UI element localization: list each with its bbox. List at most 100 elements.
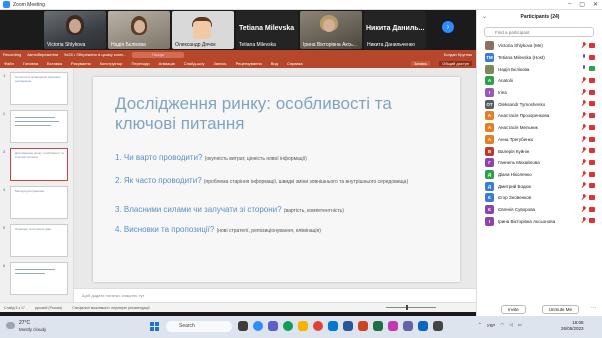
invite-button[interactable]: Invite bbox=[500, 304, 526, 314]
participant-row[interactable]: TM Tetiana Milevska (Host) bbox=[477, 52, 602, 64]
autosave-toggle[interactable]: Автозбереження bbox=[27, 52, 58, 57]
camera-off-icon[interactable] bbox=[589, 124, 595, 130]
video-tile[interactable]: Олександр Дячок bbox=[172, 11, 234, 49]
participant-search-input[interactable] bbox=[484, 27, 594, 37]
microphone-icon[interactable] bbox=[582, 65, 586, 71]
participant-row[interactable]: Є Євгенія Суворова bbox=[477, 204, 602, 216]
microphone-muted-icon[interactable] bbox=[582, 170, 586, 177]
close-icon[interactable]: ✕ bbox=[593, 1, 598, 8]
accessibility-status[interactable]: Спеціальні можливості: перевірте рекомен… bbox=[72, 306, 149, 310]
microphone-muted-icon[interactable] bbox=[582, 42, 586, 48]
ppt-search-box[interactable]: Пошук bbox=[132, 51, 185, 58]
zoom-app-icon[interactable] bbox=[253, 321, 263, 331]
tab-file[interactable]: Файл bbox=[4, 61, 14, 66]
tab-home[interactable]: Головна bbox=[23, 61, 38, 66]
video-tile[interactable]: Victoria Shlykova bbox=[44, 11, 106, 49]
weather-temperature[interactable]: 27°C bbox=[19, 320, 30, 326]
microphone-muted-icon[interactable] bbox=[582, 77, 586, 83]
battery-icon[interactable]: ▭ bbox=[518, 322, 522, 328]
microphone-muted-icon[interactable] bbox=[582, 135, 586, 142]
record-button[interactable]: Запись bbox=[411, 61, 431, 66]
camera-off-icon[interactable] bbox=[589, 218, 595, 224]
participant-row[interactable]: Є Єгор Зновенков bbox=[477, 192, 602, 204]
slide-thumbnail[interactable]: 4 Методи дослідження bbox=[3, 186, 68, 219]
app-icon[interactable] bbox=[418, 321, 428, 331]
clock[interactable]: 16:08 26/05/2023 bbox=[561, 320, 584, 332]
camera-off-icon[interactable] bbox=[589, 206, 595, 212]
microphone-muted-icon[interactable] bbox=[582, 112, 586, 118]
microphone-icon[interactable] bbox=[582, 53, 586, 60]
language-status[interactable]: русский (Россия) bbox=[35, 306, 62, 310]
participant-row[interactable]: А Анастасія Мельник bbox=[477, 122, 602, 134]
slide-thumbnail[interactable]: 5 Первинні та вторинні дані bbox=[3, 224, 68, 257]
file-explorer-icon[interactable] bbox=[298, 321, 308, 331]
keyboard-language[interactable]: УКР bbox=[487, 323, 495, 328]
taskbar-search[interactable]: Search bbox=[166, 321, 232, 332]
app-icon[interactable] bbox=[433, 321, 443, 331]
participant-row[interactable]: А Анна Трегубенко bbox=[477, 134, 602, 146]
volume-icon[interactable]: ◁ bbox=[509, 322, 512, 328]
microphone-muted-icon[interactable] bbox=[582, 147, 586, 153]
video-tile[interactable]: Надія Бєлікова bbox=[108, 11, 170, 49]
camera-off-icon[interactable] bbox=[589, 159, 595, 165]
camera-off-icon[interactable] bbox=[589, 113, 595, 119]
participant-row[interactable]: Надія Бєлікова bbox=[477, 63, 602, 75]
teams-app-icon[interactable] bbox=[268, 321, 278, 331]
participant-row[interactable]: В Валерія Куйнін bbox=[477, 145, 602, 157]
tab-insert[interactable]: Вставка bbox=[47, 61, 62, 66]
minimize-icon[interactable]: – bbox=[568, 1, 571, 8]
microphone-muted-icon[interactable] bbox=[582, 158, 586, 165]
current-slide[interactable]: Дослідження ринку: особливості та ключов… bbox=[93, 77, 460, 282]
wifi-icon[interactable]: ◠ bbox=[500, 322, 504, 328]
camera-off-icon[interactable] bbox=[589, 171, 595, 177]
powerpoint-app-icon[interactable] bbox=[358, 321, 368, 331]
zoom-slider[interactable] bbox=[386, 305, 436, 310]
more-options-icon[interactable]: ··· bbox=[591, 305, 596, 311]
participant-row[interactable]: Г Ганнель Михайлова bbox=[477, 157, 602, 169]
camera-off-icon[interactable] bbox=[589, 78, 595, 84]
chevron-up-icon[interactable]: ⌃ bbox=[478, 322, 482, 328]
participant-row[interactable]: OT Oleksandr Tymoshenko bbox=[477, 98, 602, 110]
tab-review[interactable]: Рецензування bbox=[236, 61, 262, 66]
camera-off-icon[interactable] bbox=[589, 148, 595, 154]
camera-icon[interactable] bbox=[589, 66, 595, 72]
store-app-icon[interactable] bbox=[328, 321, 338, 331]
video-tile[interactable]: Ірина Вікторівна Аксь... bbox=[300, 11, 362, 49]
camera-off-icon[interactable] bbox=[589, 89, 595, 95]
camera-off-icon[interactable] bbox=[589, 136, 595, 142]
weather-description[interactable]: Mostly cloudy bbox=[19, 327, 46, 332]
tab-transitions[interactable]: Переходи bbox=[132, 61, 150, 66]
participant-row[interactable]: I Irina bbox=[477, 87, 602, 99]
tab-record[interactable]: Запись bbox=[214, 61, 227, 66]
participant-row[interactable]: Д Дмитрий Бодюк bbox=[477, 180, 602, 192]
unmute-me-button[interactable]: Unmute Me bbox=[541, 304, 580, 314]
video-tile[interactable]: Tetiana Milevska Tetiana Milevska bbox=[236, 11, 298, 49]
maximize-icon[interactable]: ▢ bbox=[579, 1, 585, 8]
participant-row[interactable]: Victoria Shlykova (Me) bbox=[477, 40, 602, 52]
microphone-muted-icon[interactable] bbox=[582, 100, 586, 106]
windows-start-icon[interactable] bbox=[150, 322, 159, 331]
participant-row[interactable]: Д Діана Ніколенко bbox=[477, 169, 602, 181]
notes-pane[interactable]: Щоб додати нотатки, клацніть тут bbox=[74, 288, 476, 302]
video-tile[interactable]: Никита Даниль... Никита Данильченко bbox=[364, 11, 426, 49]
slide-thumbnail-active[interactable]: 3 Дослідження ринку: особливості та ключ… bbox=[3, 148, 68, 181]
microphone-muted-icon[interactable] bbox=[582, 182, 586, 188]
tab-animations[interactable]: Анімація bbox=[159, 61, 175, 66]
cloud-icon[interactable] bbox=[6, 322, 15, 329]
next-page-button[interactable]: › bbox=[442, 21, 454, 33]
participant-row[interactable]: A Anatolii bbox=[477, 75, 602, 87]
task-view-icon[interactable] bbox=[238, 321, 248, 331]
microphone-muted-icon[interactable] bbox=[582, 217, 586, 223]
chrome-app-icon[interactable] bbox=[313, 321, 323, 331]
tab-slideshow[interactable]: Слайд-шоу bbox=[184, 61, 205, 66]
edge-app-icon[interactable] bbox=[283, 321, 293, 331]
microphone-muted-icon[interactable] bbox=[582, 88, 586, 95]
microphone-muted-icon[interactable] bbox=[582, 123, 586, 130]
camera-off-icon[interactable] bbox=[589, 54, 595, 60]
camera-off-icon[interactable] bbox=[589, 43, 595, 48]
tab-draw[interactable]: Рисування bbox=[71, 61, 91, 66]
word-app-icon[interactable] bbox=[343, 321, 353, 331]
app-icon[interactable] bbox=[403, 321, 413, 331]
slide-thumbnail[interactable]: 1 Технологія проведення ринкових дослідж… bbox=[3, 72, 68, 105]
tab-design[interactable]: Конструктор bbox=[100, 61, 123, 66]
